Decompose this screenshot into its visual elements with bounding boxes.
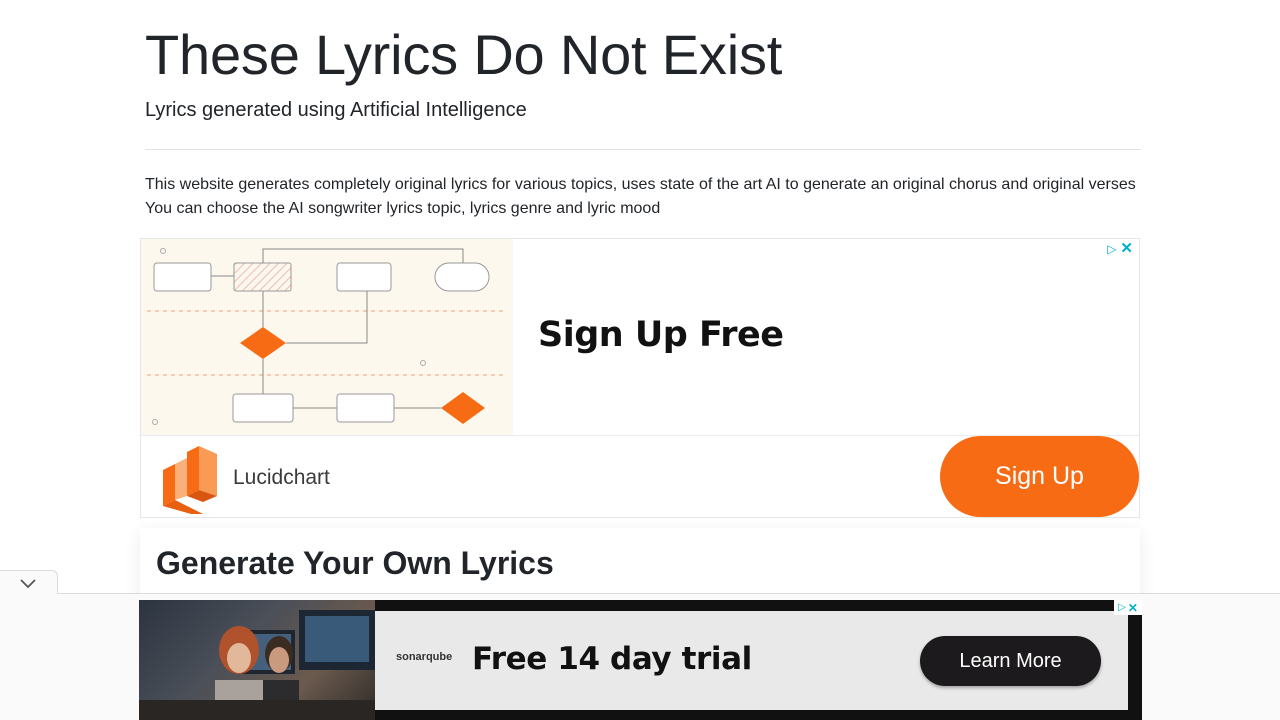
people-at-computer-image: [139, 610, 375, 720]
intro-text-line-1: This website generates completely origin…: [145, 176, 1136, 193]
ad-choices-icon[interactable]: ▷: [1107, 243, 1116, 255]
lucidchart-logo-icon: [163, 446, 217, 514]
close-icon[interactable]: ✕: [1128, 601, 1138, 615]
ad-brand-name: Lucidchart: [233, 466, 330, 489]
intro-text-line-2: You can choose the AI songwriter lyrics …: [145, 200, 661, 217]
ad-choices[interactable]: ▷ ✕: [1114, 600, 1142, 615]
chevron-down-icon[interactable]: [19, 577, 37, 589]
ad-headline[interactable]: Free 14 day trial: [472, 641, 752, 677]
ad-headline[interactable]: Sign Up Free: [538, 315, 784, 355]
page-subtitle: Lyrics generated using Artificial Intell…: [145, 99, 527, 121]
sonarqube-logo: sonarqube: [396, 651, 453, 663]
ad-photo: [139, 600, 375, 720]
collapse-ad-button[interactable]: [0, 570, 58, 594]
generate-section-title: Generate Your Own Lyrics: [156, 545, 554, 581]
sign-up-button[interactable]: Sign Up: [940, 436, 1139, 517]
lucidchart-ad[interactable]: Sign Up Free ▷ ✕ Lucidchart Sign Up: [140, 238, 1140, 518]
learn-more-button[interactable]: Learn More: [920, 636, 1101, 686]
ad-footer: Lucidchart Sign Up: [141, 435, 1139, 517]
flowchart-illustration: [141, 239, 513, 435]
divider: [145, 149, 1141, 150]
ad-choices-icon[interactable]: ▷: [1118, 602, 1126, 613]
ad-content-panel: sonarqube Free 14 day trial Learn More: [375, 611, 1128, 710]
flowchart-graphic: [147, 248, 507, 425]
sonarqube-ad[interactable]: sonarqube Free 14 day trial Learn More ▷…: [139, 600, 1142, 720]
page-title: These Lyrics Do Not Exist: [145, 23, 783, 86]
ad-choices[interactable]: ▷ ✕: [1107, 241, 1133, 256]
close-icon[interactable]: ✕: [1120, 241, 1133, 256]
